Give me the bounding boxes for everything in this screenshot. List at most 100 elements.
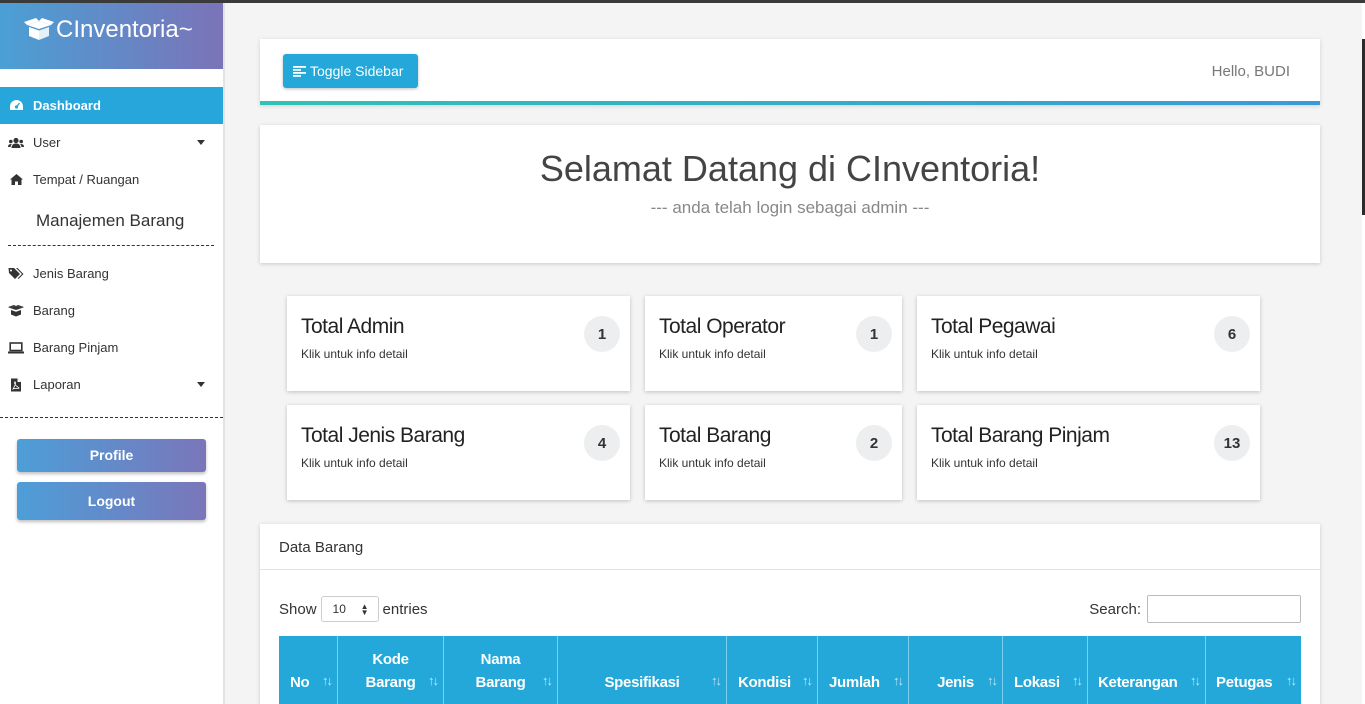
table-search: Search: bbox=[1089, 595, 1301, 623]
card-total-barang[interactable]: Total Barang Klik untuk info detail 2 bbox=[645, 405, 902, 500]
column-header-label: No bbox=[290, 674, 310, 691]
card-total-operator[interactable]: Total Operator Klik untuk info detail 1 bbox=[645, 296, 902, 391]
column-header-lokasi[interactable]: Lokasi ↑↓ bbox=[1003, 636, 1088, 704]
brand-name: CInventoria~ bbox=[56, 16, 193, 43]
sidebar-nav: Dashboard User Tempat / Ruangan bbox=[0, 87, 223, 198]
card-subtitle: Klik untuk info detail bbox=[931, 347, 1038, 361]
welcome-panel: Selamat Datang di CInventoria! --- anda … bbox=[260, 125, 1320, 263]
user-greeting: Hello, BUDI bbox=[1211, 63, 1290, 80]
column-header-label: Nama Barang bbox=[475, 651, 526, 691]
box-icon bbox=[8, 304, 24, 318]
sidebar-item-barang-pinjam[interactable]: Barang Pinjam bbox=[0, 329, 223, 366]
card-total-pegawai[interactable]: Total Pegawai Klik untuk info detail 6 bbox=[917, 296, 1260, 391]
column-header-petugas[interactable]: Petugas ↑↓ bbox=[1206, 636, 1301, 704]
column-header-jenis[interactable]: Jenis ↑↓ bbox=[909, 636, 1003, 704]
card-title: Total Admin bbox=[301, 315, 405, 338]
welcome-title: Selamat Datang di CInventoria! bbox=[539, 148, 1041, 189]
sort-icon: ↑↓ bbox=[1190, 673, 1201, 688]
card-total-admin[interactable]: Total Admin Klik untuk info detail 1 bbox=[287, 296, 630, 391]
column-header-label: Spesifikasi bbox=[604, 674, 680, 691]
search-label: Search: bbox=[1089, 600, 1141, 618]
panel-title: Data Barang bbox=[260, 524, 1320, 570]
card-total-barang-pinjam[interactable]: Total Barang Pinjam Klik untuk info deta… bbox=[917, 405, 1260, 500]
caret-down-icon bbox=[197, 140, 205, 145]
sidebar-item-dashboard[interactable]: Dashboard bbox=[0, 87, 223, 124]
column-header-label: Petugas bbox=[1216, 674, 1273, 691]
toggle-sidebar-button[interactable]: Toggle Sidebar bbox=[283, 54, 418, 88]
column-header-no[interactable]: No ↑↓ bbox=[279, 636, 338, 704]
sort-icon: ↑↓ bbox=[711, 673, 722, 688]
column-header-label: Kode Barang bbox=[365, 651, 416, 691]
sidebar-item-laporan[interactable]: Laporan bbox=[0, 366, 223, 403]
card-subtitle: Klik untuk info detail bbox=[301, 347, 408, 361]
sidebar-nav-barang: Jenis Barang Barang Barang Pinjam Lapora… bbox=[0, 255, 223, 403]
count-badge: 1 bbox=[584, 316, 620, 352]
entries-label: entries bbox=[382, 600, 428, 618]
column-header-label: Jenis bbox=[937, 674, 974, 691]
sort-icon: ↑↓ bbox=[428, 673, 439, 688]
card-subtitle: Klik untuk info detail bbox=[301, 456, 408, 470]
divider bbox=[8, 245, 214, 246]
card-total-jenis-barang[interactable]: Total Jenis Barang Klik untuk info detai… bbox=[287, 405, 630, 500]
count-badge: 4 bbox=[584, 425, 620, 461]
logout-button[interactable]: Logout bbox=[17, 482, 206, 520]
sidebar-item-label: Jenis Barang bbox=[33, 266, 109, 281]
card-title: Total Barang bbox=[659, 424, 771, 447]
count-badge: 2 bbox=[856, 425, 892, 461]
column-header-nama-barang[interactable]: Nama Barang ↑↓ bbox=[444, 636, 558, 704]
column-header-spesifikasi[interactable]: Spesifikasi ↑↓ bbox=[558, 636, 727, 704]
column-header-label: Keterangan bbox=[1098, 674, 1178, 691]
column-header-kode-barang[interactable]: Kode Barang ↑↓ bbox=[338, 636, 444, 704]
card-title: Total Pegawai bbox=[931, 315, 1056, 338]
file-pdf-icon bbox=[8, 378, 24, 392]
sidebar-item-label: Dashboard bbox=[33, 98, 101, 113]
toggle-sidebar-label: Toggle Sidebar bbox=[310, 63, 404, 79]
card-title: Total Jenis Barang bbox=[301, 424, 465, 447]
sort-icon: ↑↓ bbox=[987, 673, 998, 688]
sidebar-item-label: Barang Pinjam bbox=[33, 340, 119, 355]
count-badge: 13 bbox=[1214, 425, 1250, 461]
divider bbox=[0, 417, 223, 418]
section-title: Manajemen Barang bbox=[36, 211, 185, 230]
top-header: Toggle Sidebar Hello, BUDI bbox=[260, 39, 1320, 105]
column-header-label: Kondisi bbox=[738, 674, 791, 691]
profile-button[interactable]: Profile bbox=[17, 439, 206, 472]
laptop-icon bbox=[8, 341, 24, 355]
sidebar: CInventoria~ Dashboard User Tempat / Rua… bbox=[0, 3, 225, 704]
sidebar-item-label: Tempat / Ruangan bbox=[33, 172, 140, 187]
main-content: Toggle Sidebar Hello, BUDI Selamat Datan… bbox=[227, 3, 1365, 704]
select-arrows-icon: ▲ ▼ bbox=[360, 602, 369, 617]
welcome-subtitle: --- anda telah login sebagai admin --- bbox=[650, 198, 930, 217]
column-header-kondisi[interactable]: Kondisi ↑↓ bbox=[727, 636, 818, 704]
card-title: Total Barang Pinjam bbox=[931, 424, 1110, 447]
home-icon bbox=[8, 173, 24, 187]
tags-icon bbox=[8, 267, 24, 281]
sidebar-item-label: Barang bbox=[33, 303, 75, 318]
card-subtitle: Klik untuk info detail bbox=[659, 347, 766, 361]
entries-value: 10 bbox=[332, 602, 346, 616]
count-badge: 6 bbox=[1214, 316, 1250, 352]
column-header-jumlah[interactable]: Jumlah ↑↓ bbox=[818, 636, 909, 704]
data-barang-panel: Data Barang Show 10 ▲ ▼ entries Search: N… bbox=[260, 524, 1320, 704]
users-icon bbox=[8, 136, 24, 150]
entries-select[interactable]: 10 ▲ ▼ bbox=[320, 596, 379, 622]
column-header-keterangan[interactable]: Keterangan ↑↓ bbox=[1088, 636, 1206, 704]
sort-icon: ↑↓ bbox=[542, 673, 553, 688]
sidebar-item-user[interactable]: User bbox=[0, 124, 223, 161]
column-header-label: Jumlah bbox=[829, 674, 880, 691]
column-header-label: Lokasi bbox=[1014, 674, 1060, 691]
sidebar-item-barang[interactable]: Barang bbox=[0, 292, 223, 329]
box-open-icon bbox=[24, 18, 54, 40]
sidebar-item-jenis-barang[interactable]: Jenis Barang bbox=[0, 255, 223, 292]
entries-length-control: Show 10 ▲ ▼ entries bbox=[279, 596, 428, 622]
search-input[interactable] bbox=[1147, 595, 1301, 623]
brand[interactable]: CInventoria~ bbox=[0, 3, 223, 69]
sidebar-item-label: User bbox=[33, 135, 61, 150]
sort-icon: ↑↓ bbox=[893, 673, 904, 688]
sidebar-item-tempat-ruangan[interactable]: Tempat / Ruangan bbox=[0, 161, 223, 198]
card-title: Total Operator bbox=[659, 315, 786, 338]
dashboard-icon bbox=[8, 99, 24, 113]
caret-down-icon bbox=[197, 382, 205, 387]
show-label: Show bbox=[279, 600, 317, 618]
sort-icon: ↑↓ bbox=[322, 673, 333, 688]
